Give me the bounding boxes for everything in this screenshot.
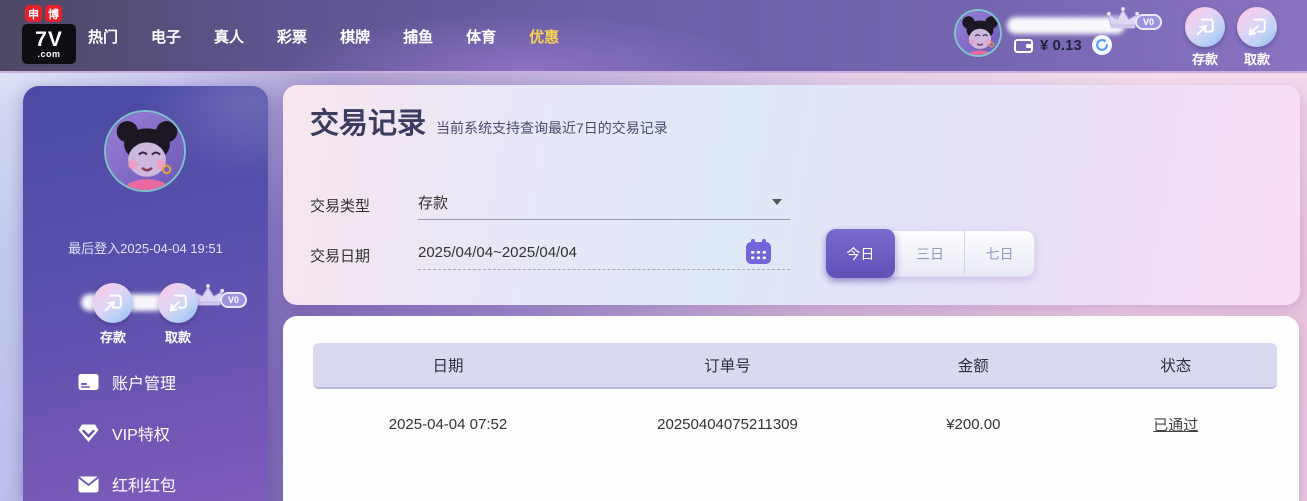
row-amount: ¥200.00 bbox=[946, 415, 1001, 433]
table-header-row: 日期 订单号 金额 状态 bbox=[313, 343, 1277, 389]
sidebar-menu: 账户管理 VIP特权 红利红包 bbox=[78, 370, 176, 496]
nav-item-sports[interactable]: 体育 bbox=[466, 26, 496, 47]
red-packet-envelope-icon bbox=[78, 476, 99, 492]
sidebar-item-label: VIP特权 bbox=[112, 427, 170, 444]
nav-item-lottery[interactable]: 彩票 bbox=[277, 26, 307, 47]
col-header-status: 状态 bbox=[1160, 358, 1192, 375]
wallet-icon bbox=[1014, 39, 1033, 53]
sidebar-item-vip[interactable]: VIP特权 bbox=[78, 421, 176, 445]
account-card-icon bbox=[78, 374, 99, 390]
nav-item-hot[interactable]: 热门 bbox=[88, 26, 118, 47]
avatar-illustration bbox=[956, 11, 1000, 55]
sidebar-withdraw-button[interactable] bbox=[158, 283, 198, 323]
col-header-date: 日期 bbox=[432, 358, 464, 375]
vip-level-badge: V0 bbox=[220, 292, 248, 308]
logo-badges: 申 博 bbox=[25, 5, 78, 22]
site-logo[interactable]: 申 博 7V .com bbox=[22, 5, 78, 64]
transaction-date-label: 交易日期 bbox=[310, 248, 371, 265]
sidebar-withdraw-label[interactable]: 取款 bbox=[158, 327, 198, 346]
nav-item-promotions[interactable]: 优惠 bbox=[529, 26, 559, 47]
avatar-illustration bbox=[106, 112, 184, 190]
table-row: 2025-04-04 07:52 20250404075211309 ¥200.… bbox=[313, 389, 1277, 459]
col-header-order: 订单号 bbox=[704, 358, 751, 375]
nav-item-cards[interactable]: 棋牌 bbox=[340, 26, 370, 47]
row-order-number: 20250404075211309 bbox=[657, 415, 798, 433]
user-avatar[interactable] bbox=[954, 9, 1002, 57]
deposit-icon bbox=[104, 294, 122, 312]
transaction-type-value: 存款 bbox=[418, 195, 449, 212]
range-today-button[interactable]: 今日 bbox=[826, 229, 896, 278]
sidebar-item-label: 账户管理 bbox=[112, 376, 177, 393]
sidebar-deposit-label[interactable]: 存款 bbox=[93, 327, 133, 346]
page-title: 交易记录 bbox=[310, 108, 427, 140]
sidebar-deposit-button[interactable] bbox=[93, 283, 133, 323]
chevron-down-icon bbox=[772, 199, 782, 205]
transaction-type-select[interactable]: 存款 bbox=[418, 186, 790, 220]
balance-amount: ¥ 0.13 bbox=[1040, 37, 1082, 54]
logo-name: 7V bbox=[35, 27, 63, 51]
transaction-date-input[interactable]: 2025/04/04~2025/04/04 bbox=[418, 236, 790, 270]
transaction-filter-panel: 交易记录 当前系统支持查询最近7日的交易记录 交易类型 存款 交易日期 2025… bbox=[283, 85, 1300, 305]
withdraw-button[interactable] bbox=[1237, 7, 1277, 47]
vip-gem-icon bbox=[78, 424, 99, 442]
sidebar-item-account[interactable]: 账户管理 bbox=[78, 370, 176, 394]
date-range-button-group: 今日 三日 七日 bbox=[826, 229, 1035, 278]
calendar-icon[interactable] bbox=[745, 239, 772, 265]
deposit-icon bbox=[1196, 18, 1214, 36]
page-title-row: 交易记录 当前系统支持查询最近7日的交易记录 bbox=[310, 100, 668, 142]
deposit-button[interactable] bbox=[1185, 7, 1225, 47]
sidebar-item-bonus[interactable]: 红利红包 bbox=[78, 472, 176, 496]
deposit-label[interactable]: 存款 bbox=[1185, 49, 1225, 68]
logo-badge-shen: 申 bbox=[25, 5, 42, 22]
sidebar-avatar[interactable] bbox=[104, 110, 186, 192]
withdraw-icon bbox=[169, 294, 187, 312]
status-badge[interactable]: 已通过 bbox=[1153, 417, 1198, 434]
transaction-type-label: 交易类型 bbox=[310, 198, 371, 215]
user-sidebar: V0 最后登入2025-04-04 19:51 存款 取款 账户管理 VIP特权… bbox=[23, 86, 268, 501]
withdraw-label[interactable]: 取款 bbox=[1237, 49, 1277, 68]
logo-badge-bo: 博 bbox=[45, 5, 62, 22]
main-nav: 热门 电子 真人 彩票 棋牌 捕鱼 体育 优惠 bbox=[88, 0, 559, 73]
row-date: 2025-04-04 07:52 bbox=[388, 415, 508, 433]
nav-item-live[interactable]: 真人 bbox=[214, 26, 244, 47]
logo-tld: .com bbox=[37, 48, 61, 59]
nav-item-fishing[interactable]: 捕鱼 bbox=[403, 26, 433, 47]
range-7day-button[interactable]: 七日 bbox=[965, 231, 1034, 276]
nav-item-slots[interactable]: 电子 bbox=[151, 26, 181, 47]
transaction-date-value: 2025/04/04~2025/04/04 bbox=[418, 244, 577, 261]
sidebar-item-label: 红利红包 bbox=[112, 478, 177, 495]
transaction-table-panel: 日期 订单号 金额 状态 2025-04-04 07:52 2025040407… bbox=[283, 316, 1299, 501]
withdraw-icon bbox=[1248, 18, 1266, 36]
page-subtitle: 当前系统支持查询最近7日的交易记录 bbox=[436, 120, 668, 136]
range-3day-button[interactable]: 三日 bbox=[896, 231, 966, 276]
logo-box: 7V .com bbox=[22, 24, 76, 64]
refresh-balance-icon[interactable] bbox=[1092, 35, 1112, 55]
last-login-text: 最后登入2025-04-04 19:51 bbox=[68, 241, 223, 256]
col-header-amount: 金额 bbox=[957, 358, 989, 375]
vip-level-badge: V0 bbox=[1135, 14, 1163, 30]
top-navigation-bar: 申 博 7V .com 热门 电子 真人 彩票 棋牌 捕鱼 体育 优惠 V0 ¥… bbox=[0, 0, 1307, 73]
